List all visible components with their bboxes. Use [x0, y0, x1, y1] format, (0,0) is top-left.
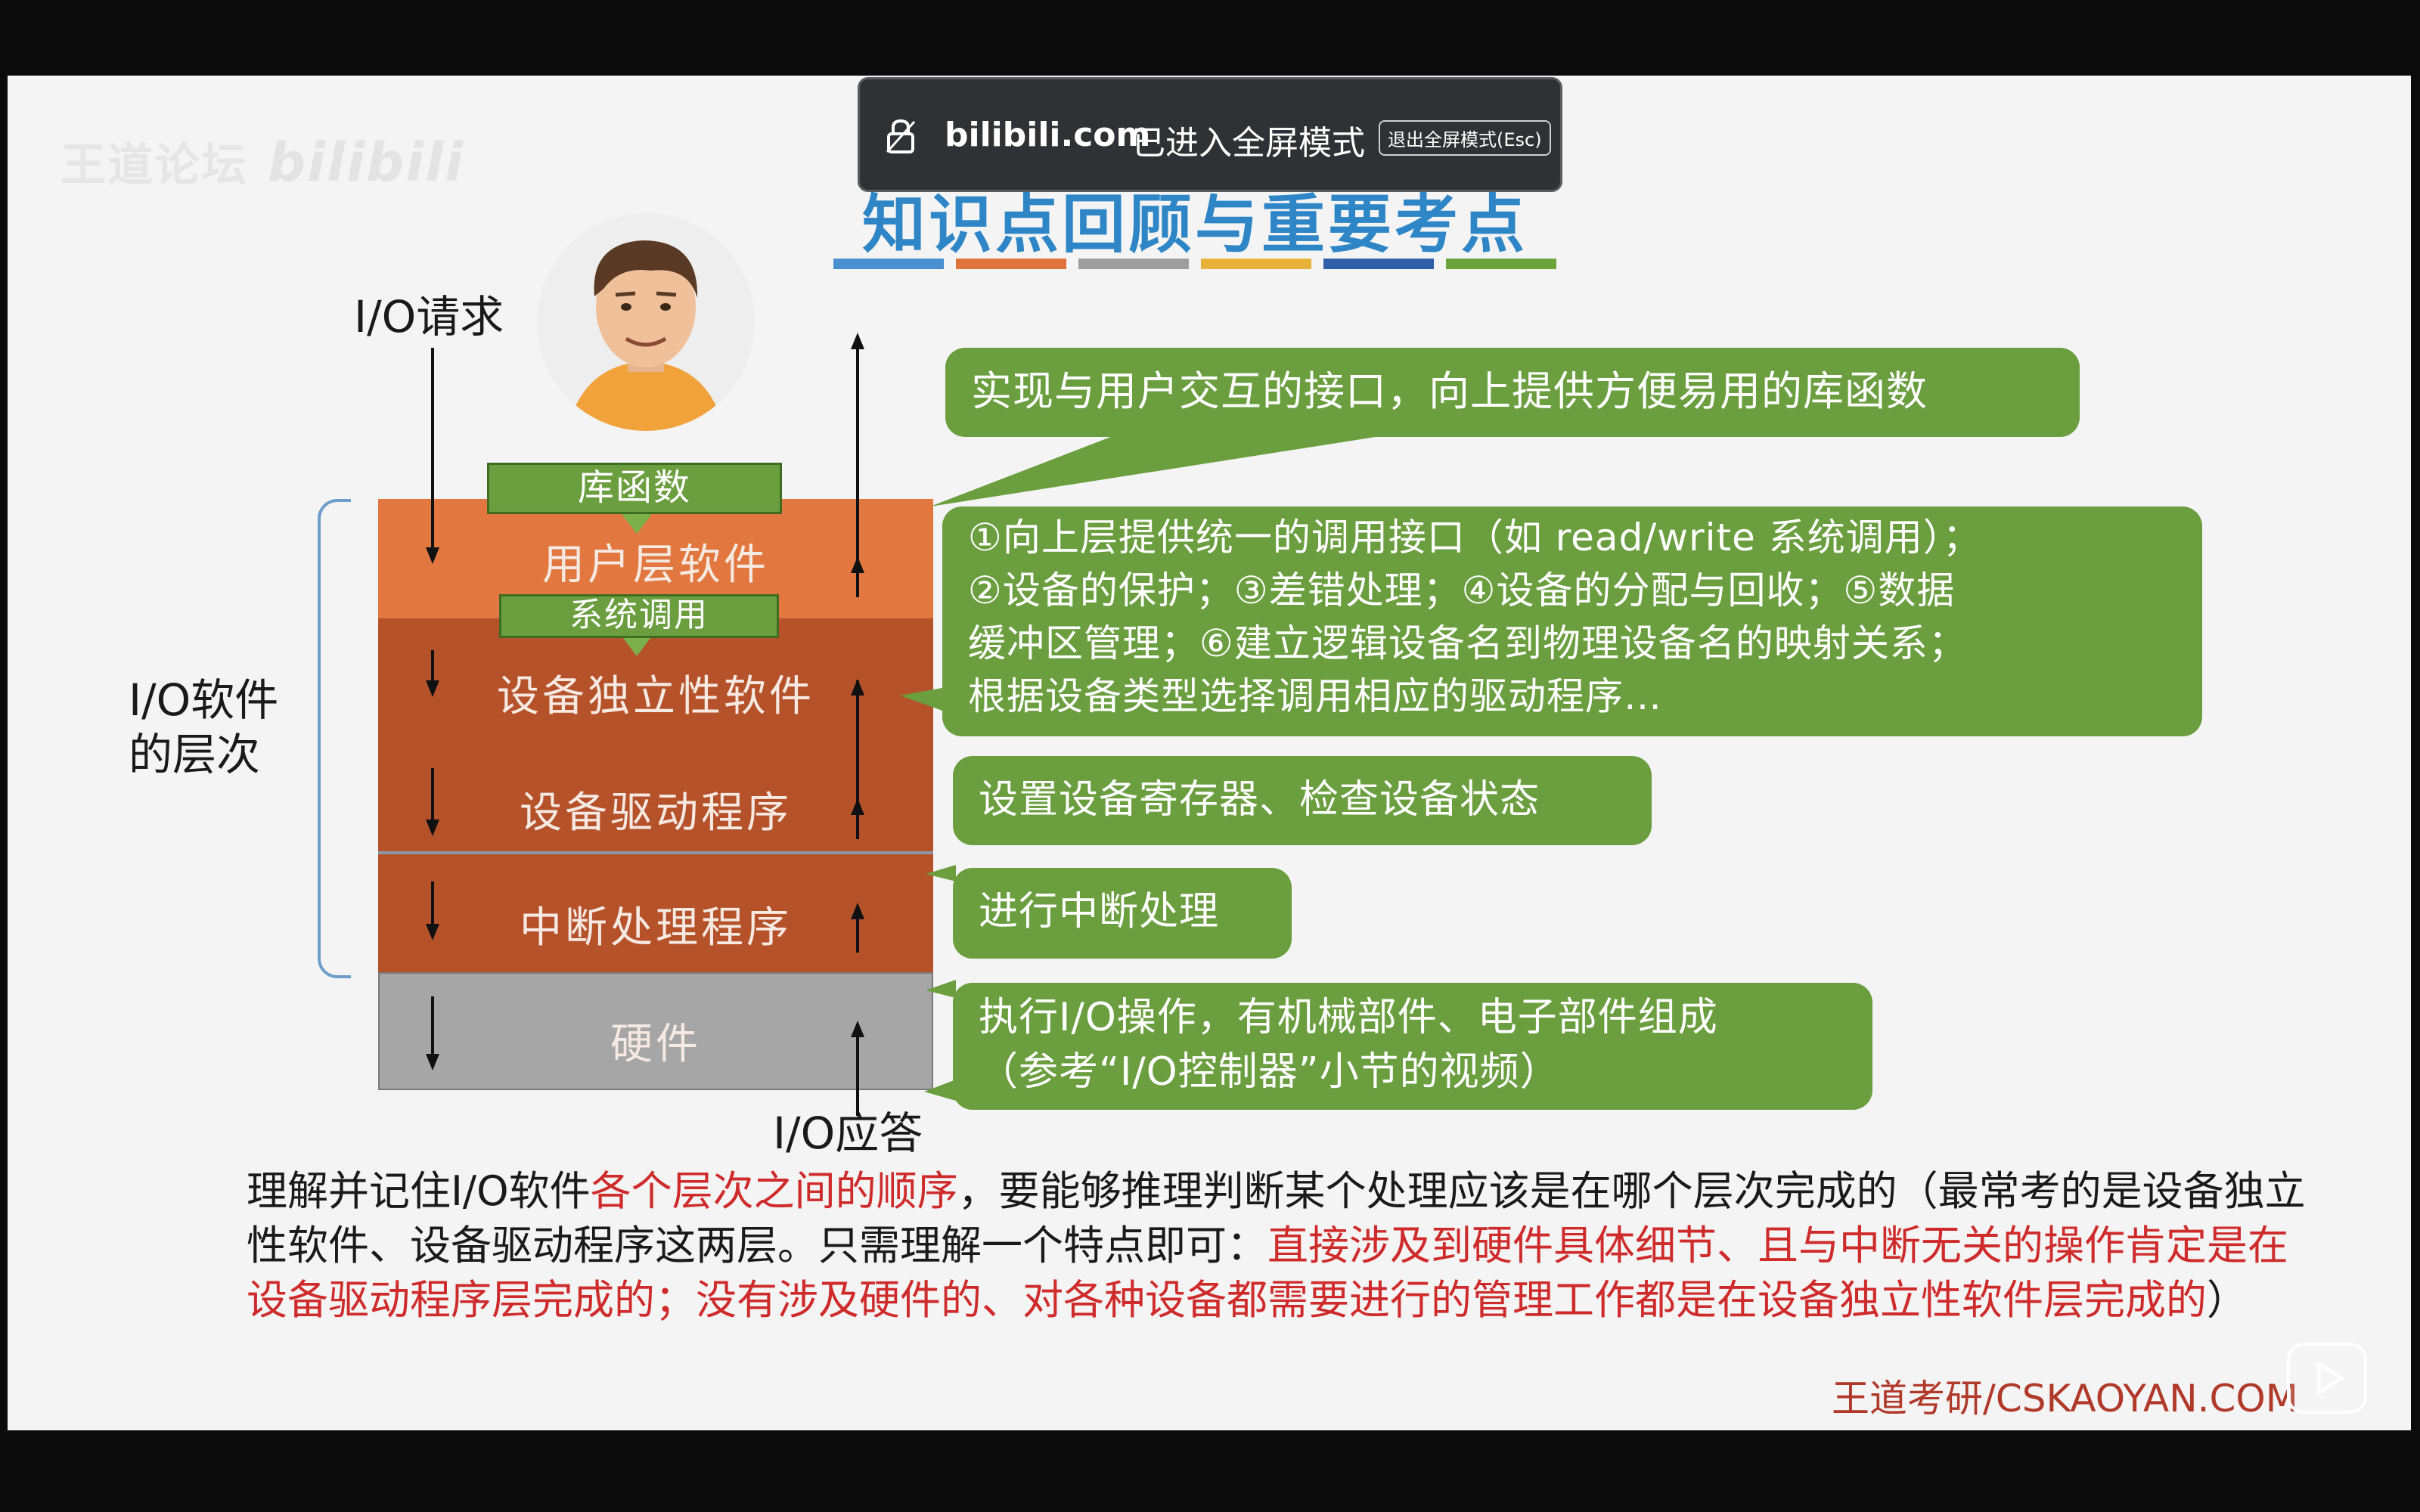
- slide: 王道论坛 bilibili 知识点回顾与重要考点 I/O请求 I/O应答 I/O软…: [8, 76, 2411, 1430]
- callout-driver-text: 设置设备寄存器、检查设备状态: [979, 777, 1540, 823]
- summary-part5: ）: [2207, 1276, 2248, 1324]
- callout-interrupt-text: 进行中断处理: [979, 889, 1220, 934]
- title-bar-4: [1201, 259, 1311, 269]
- summary-part2-highlight: 各个层次之间的顺序: [590, 1167, 958, 1215]
- fullscreen-toast: bilibili.com 已进入全屏模式 退出全屏模式(Esc): [858, 77, 1562, 192]
- footer-brand: 王道考研/CSKAOYAN.COM: [1832, 1377, 2298, 1421]
- callout-driver: 设置设备寄存器、检查设备状态: [953, 756, 1652, 845]
- toast-message: 已进入全屏模式: [1132, 124, 1365, 163]
- callout-interrupt: 进行中断处理: [953, 868, 1292, 959]
- callout-hardware: 执行I/O操作，有机械部件、电子部件组成 （参考“I/O控制器”小节的视频）: [953, 983, 1872, 1110]
- summary-part1: 理解并记住I/O软件: [247, 1167, 591, 1215]
- exit-fullscreen-button[interactable]: 退出全屏模式(Esc): [1379, 120, 1551, 156]
- callout-device-independent: ①向上层提供统一的调用接口（如 read/write 系统调用）； ②设备的保护…: [942, 507, 2202, 736]
- title-bar-2: [956, 259, 1066, 269]
- lock-icon: [886, 119, 916, 153]
- play-button[interactable]: [2287, 1343, 2367, 1414]
- callout-hardware-line2: （参考“I/O控制器”小节的视频）: [979, 1049, 1560, 1095]
- play-icon: [2316, 1360, 2345, 1396]
- callout-user-layer: 实现与用户交互的接口，向上提供方便易用的库函数: [945, 348, 2080, 437]
- title-bar-3: [1078, 259, 1189, 269]
- toast-site: bilibili.com: [945, 116, 1151, 154]
- callout-hardware-line1: 执行I/O操作，有机械部件、电子部件组成: [979, 995, 1718, 1040]
- summary-paragraph: 理解并记住I/O软件各个层次之间的顺序，要能够推理判断某个处理应该是在哪个层次完…: [247, 1164, 2311, 1328]
- title-bar-1: [833, 259, 944, 269]
- title-bar-6: [1446, 259, 1556, 269]
- title-bar-5: [1323, 259, 1434, 269]
- callout-device-independent-line1: ①向上层提供统一的调用接口（如 read/write 系统调用）；: [968, 516, 1981, 559]
- callout-device-independent-line2: ②设备的保护；③差错处理；④设备的分配与回收；⑤数据: [968, 569, 1956, 612]
- callout-device-independent-line3: 缓冲区管理；⑥建立逻辑设备名到物理设备名的映射关系；: [968, 621, 1967, 665]
- callout-user-layer-text: 实现与用户交互的接口，向上提供方便易用的库函数: [971, 367, 1928, 415]
- callout-device-independent-line4: 根据设备类型选择调用相应的驱动程序…: [968, 674, 1662, 718]
